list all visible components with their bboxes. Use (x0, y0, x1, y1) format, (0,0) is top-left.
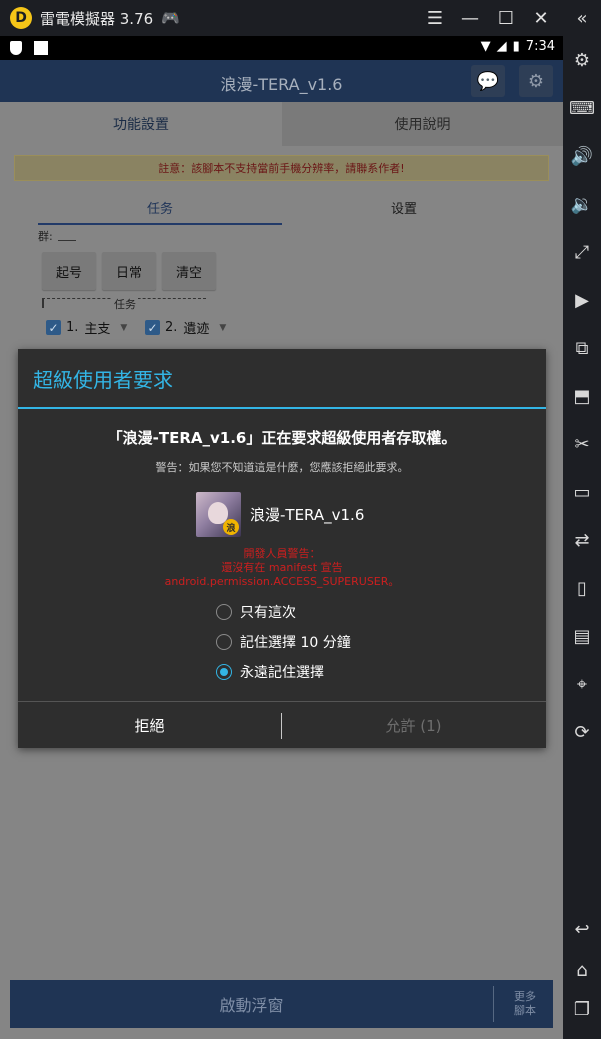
requesting-app: 浪 浪漫-TERA_v1.6 (196, 492, 364, 537)
bottom-bar: 啟動浮窗 更多 腳本 (10, 980, 553, 1028)
volume-up-icon[interactable]: 🔊 (569, 143, 595, 169)
signal-icon: ◢ (496, 39, 507, 54)
group-label: 群: (38, 230, 53, 243)
superuser-dialog: 超級使用者要求 「浪漫-TERA_v1.6」正在要求超級使用者存取權。 警告：如… (18, 349, 546, 748)
chat-icon[interactable]: 💬 (471, 65, 505, 97)
close-icon[interactable]: ✕ (529, 6, 553, 30)
dropdown-arrow-icon: ▼ (219, 322, 227, 333)
emulator-logo: D (10, 7, 32, 29)
scissors-icon[interactable]: ✂ (569, 431, 595, 457)
subtab-settings[interactable]: 设置 (282, 198, 526, 217)
developer-warning-line3: android.permission.ACCESS_SUPERUSER。 (164, 575, 400, 588)
menu-icon[interactable]: ☰ (423, 6, 447, 30)
dialog-warning: 警告：如果您不知道這是什麼，您應該拒絕此要求。 (155, 461, 409, 474)
dropdown-arrow-icon: ▼ (120, 322, 128, 333)
group-input[interactable] (58, 240, 76, 241)
bottom-divider (493, 986, 494, 1022)
allow-button[interactable]: 允許 (1) (282, 702, 545, 748)
task-1-select[interactable]: 主支 ▼ (84, 318, 127, 337)
daily-button[interactable]: 日常 (102, 252, 156, 290)
wifi-icon: ▼ (480, 39, 491, 54)
apk-install-icon[interactable]: ⬒ (569, 383, 595, 409)
multi-instance-icon[interactable]: ⧉ (569, 335, 595, 361)
radio-10-minutes[interactable] (216, 634, 232, 650)
collapse-icon[interactable]: « (569, 5, 595, 31)
task-2-select[interactable]: 遺迹 ▼ (183, 318, 226, 337)
sync-icon[interactable]: ⇄ (569, 527, 595, 553)
recent-apps-icon[interactable]: ❐ (569, 996, 595, 1022)
task-2-checkbox[interactable]: ✓ (145, 320, 160, 335)
emulator-sidebar: « ⚙ ⌨ 🔊 🔉 ⤢ ▶ ⧉ ⬒ ✂ ▭ ⇄ ▯ ▤ ⌖ ⟳ ↩ ⌂ ❐ (563, 0, 601, 1039)
location-icon[interactable]: ⌖ (569, 671, 595, 697)
dialog-title-divider (18, 407, 546, 409)
app-icon: 浪 (196, 492, 241, 537)
developer-warning-line2: 還沒有在 manifest 宣告 (221, 561, 343, 574)
tab-usage-guide[interactable]: 使用說明 (282, 102, 563, 146)
deny-button[interactable]: 拒絕 (18, 702, 281, 748)
create-account-button[interactable]: 起号 (42, 252, 96, 290)
gamepad-icon[interactable]: 🎮 (161, 9, 180, 27)
option-forever-label: 永遠記住選擇 (240, 665, 324, 681)
app-toolbar: 浪漫-TERA_v1.6 💬 ⚙ (0, 60, 563, 102)
settings-icon[interactable]: ⚙ (569, 47, 595, 73)
rotate-icon[interactable]: ⟳ (569, 719, 595, 745)
radio-once[interactable] (216, 604, 232, 620)
more-scripts-line1: 更多 (514, 990, 536, 1003)
shake-icon[interactable]: ▯ (569, 575, 595, 601)
emulator-title: 雷電模擬器 3.76 (40, 9, 154, 28)
android-statusbar: ▼ ◢ ▮ 7:34 (0, 36, 563, 60)
requesting-app-name: 浪漫-TERA_v1.6 (250, 506, 365, 524)
task-2-number: 2. (165, 320, 178, 335)
task-section-label: 任务 (112, 296, 138, 312)
tab-function-settings[interactable]: 功能設置 (0, 102, 282, 146)
start-float-window-button[interactable]: 啟動浮窗 (10, 980, 493, 1028)
option-once-label: 只有這次 (240, 605, 296, 621)
record-icon[interactable]: ▶ (569, 287, 595, 313)
more-scripts-button[interactable]: 更多 腳本 (497, 980, 553, 1028)
dialog-heading: 「浪漫-TERA_v1.6」正在要求超級使用者存取權。 (107, 429, 457, 447)
fullscreen-icon[interactable]: ⤢ (569, 239, 595, 265)
task-1-value: 主支 (84, 322, 111, 337)
resolution-notice: 註意：該腳本不支持當前手機分辨率，請聯系作者! (14, 155, 549, 181)
gear-icon[interactable]: ⚙ (519, 65, 553, 97)
main-tabs: 功能設置 使用說明 (0, 102, 563, 146)
video-icon[interactable]: ▭ (569, 479, 595, 505)
notification-icon (34, 41, 48, 55)
option-once[interactable]: 只有這次 (216, 602, 296, 622)
screen-icon[interactable]: ▤ (569, 623, 595, 649)
emulator-titlebar: D 雷電模擬器 3.76 🎮 ☰ — ☐ ✕ (0, 0, 601, 36)
option-10-minutes[interactable]: 記住選擇 10 分鐘 (216, 632, 351, 652)
more-scripts-line2: 腳本 (514, 1004, 536, 1017)
app-icon-badge: 浪 (223, 519, 239, 535)
task-1-checkbox[interactable]: ✓ (46, 320, 61, 335)
minimize-icon[interactable]: — (458, 6, 482, 30)
volume-down-icon[interactable]: 🔉 (569, 191, 595, 217)
option-forever[interactable]: 永遠記住選擇 (216, 662, 324, 682)
subtab-tasks[interactable]: 任务 (38, 198, 282, 225)
developer-warning-line1: 開發人員警告： (243, 547, 321, 560)
radio-forever[interactable] (216, 664, 232, 680)
task-2-value: 遺迹 (183, 322, 210, 337)
battery-icon: ▮ (512, 39, 520, 54)
shield-icon (10, 41, 22, 55)
back-icon[interactable]: ↩ (569, 916, 595, 942)
maximize-icon[interactable]: ☐ (494, 6, 518, 30)
developer-warning: 開發人員警告： 還沒有在 manifest 宣告 android.permiss… (18, 547, 546, 589)
option-10-minutes-label: 記住選擇 10 分鐘 (240, 635, 351, 651)
task-1-number: 1. (66, 320, 79, 335)
task-item-2: ✓ 2. 遺迹 ▼ (145, 318, 226, 337)
keyboard-icon[interactable]: ⌨ (569, 95, 595, 121)
status-time: 7:34 (525, 39, 555, 54)
task-item-1: ✓ 1. 主支 ▼ (46, 318, 127, 337)
clear-button[interactable]: 清空 (162, 252, 216, 290)
dialog-title: 超級使用者要求 (33, 368, 173, 392)
home-icon[interactable]: ⌂ (569, 957, 595, 983)
